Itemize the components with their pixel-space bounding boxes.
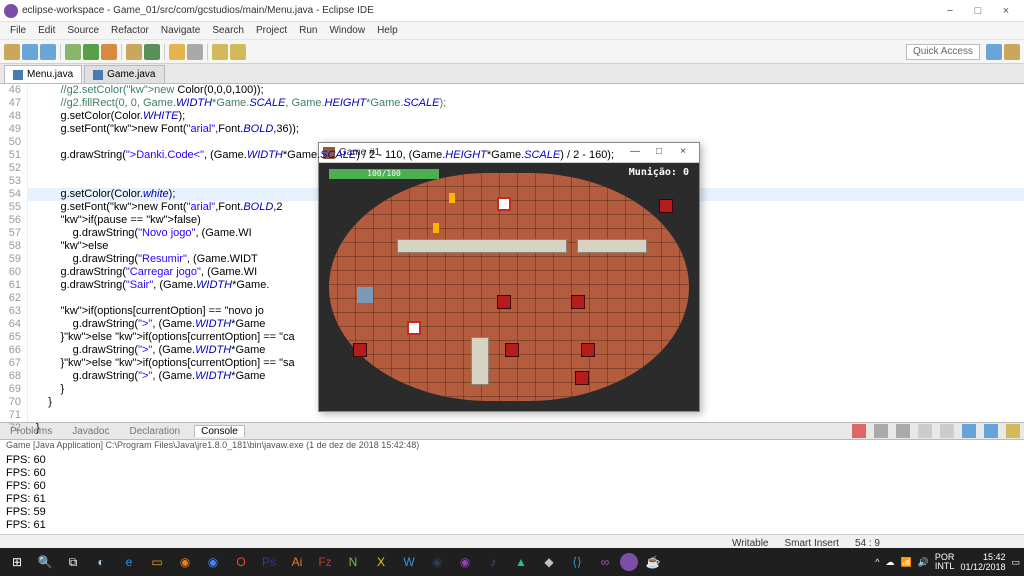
windows-taskbar[interactable]: ⊞ 🔍 ⧉ ◐ e ▭ ◉ ◉ O Ps Ai Fz N X W ◉ ◉ ♪ ▲… (0, 548, 1024, 576)
filezilla-icon[interactable]: Fz (312, 550, 338, 574)
menu-file[interactable]: File (4, 25, 32, 36)
tray-chevron-icon[interactable]: ^ (875, 557, 879, 567)
tab-label: Menu.java (27, 69, 73, 80)
menu-window[interactable]: Window (323, 25, 371, 36)
new-package-icon[interactable] (126, 44, 142, 60)
github-icon[interactable]: ◉ (452, 550, 478, 574)
tray-notifications-icon[interactable]: ▭ (1011, 557, 1020, 568)
perspective-debug-icon[interactable] (1004, 44, 1020, 60)
start-button[interactable]: ⊞ (4, 550, 30, 574)
window-titlebar: eclipse-workspace - Game_01/src/com/gcst… (0, 0, 1024, 22)
menu-edit[interactable]: Edit (32, 25, 61, 36)
window-title: eclipse-workspace - Game_01/src/com/gcst… (22, 5, 936, 16)
system-tray[interactable]: ^ ☁ 📶 🔊 PORINTL 15:42 01/12/2018 ▭ (875, 552, 1020, 572)
edge-icon[interactable]: e (116, 550, 142, 574)
search-icon[interactable]: 🔍 (32, 550, 58, 574)
debug-icon[interactable] (65, 44, 81, 60)
menu-refactor[interactable]: Refactor (105, 25, 155, 36)
tray-cloud-icon[interactable]: ☁ (885, 557, 894, 568)
tray-time: 15:42 (960, 552, 1005, 562)
menu-search[interactable]: Search (206, 25, 250, 36)
audio-icon[interactable]: ♪ (480, 550, 506, 574)
tray-date: 01/12/2018 (960, 562, 1005, 572)
back-icon[interactable] (212, 44, 228, 60)
tab-game-java[interactable]: Game.java (84, 65, 164, 83)
new-icon[interactable] (4, 44, 20, 60)
eclipse-taskbar-icon[interactable] (620, 553, 638, 571)
perspective-java-icon[interactable] (986, 44, 1002, 60)
forward-icon[interactable] (230, 44, 246, 60)
tab-menu-java[interactable]: Menu.java (4, 65, 82, 83)
save-all-icon[interactable] (40, 44, 56, 60)
unity-icon[interactable]: ◆ (536, 550, 562, 574)
window-maximize-button[interactable]: □ (964, 2, 992, 20)
chrome-icon[interactable]: ◉ (200, 550, 226, 574)
save-icon[interactable] (22, 44, 38, 60)
java-taskbar-icon[interactable]: ☕ (640, 550, 666, 574)
menubar: File Edit Source Refactor Navigate Searc… (0, 22, 1024, 40)
console-output[interactable]: FPS: 60FPS: 60FPS: 60FPS: 61FPS: 59FPS: … (0, 454, 1024, 534)
xampp-icon[interactable]: X (368, 550, 394, 574)
menu-project[interactable]: Project (250, 25, 293, 36)
line-gutter: 4647484950515253545556575859606162636465… (0, 84, 28, 422)
toolbar: Quick Access (0, 40, 1024, 64)
word-icon[interactable]: W (396, 550, 422, 574)
eclipse-icon (4, 4, 18, 18)
menu-run[interactable]: Run (293, 25, 323, 36)
tray-clock[interactable]: 15:42 01/12/2018 (960, 552, 1005, 572)
steam-icon[interactable]: ◐ (88, 550, 114, 574)
vscode-icon[interactable]: ⟨⟩ (564, 550, 590, 574)
photoshop-icon[interactable]: Ps (256, 550, 282, 574)
obs-icon[interactable]: ◉ (424, 550, 450, 574)
code-editor[interactable]: 4647484950515253545556575859606162636465… (0, 84, 1024, 422)
notepad-icon[interactable]: N (340, 550, 366, 574)
window-minimize-button[interactable]: − (936, 2, 964, 20)
tab-label: Game.java (107, 69, 155, 80)
task-view-icon[interactable]: ⧉ (60, 550, 86, 574)
menu-help[interactable]: Help (371, 25, 404, 36)
console-header: Game [Java Application] C:\Program Files… (0, 440, 1024, 454)
quick-access-input[interactable]: Quick Access (906, 44, 980, 60)
menu-navigate[interactable]: Navigate (155, 25, 206, 36)
visualstudio-icon[interactable]: ∞ (592, 550, 618, 574)
explorer-icon[interactable]: ▭ (144, 550, 170, 574)
editor-tabbar: Menu.java Game.java (0, 64, 1024, 84)
window-close-button[interactable]: × (992, 2, 1020, 20)
java-file-icon (93, 70, 103, 80)
menu-source[interactable]: Source (61, 25, 105, 36)
search-icon[interactable] (187, 44, 203, 60)
tray-wifi-icon[interactable]: 📶 (900, 557, 911, 568)
new-class-icon[interactable] (144, 44, 160, 60)
tray-volume-icon[interactable]: 🔊 (918, 557, 929, 568)
java-file-icon (13, 70, 23, 80)
open-type-icon[interactable] (169, 44, 185, 60)
coverage-icon[interactable] (101, 44, 117, 60)
tray-lang[interactable]: PORINTL (935, 553, 955, 571)
opera-icon[interactable]: O (228, 550, 254, 574)
illustrator-icon[interactable]: Ai (284, 550, 310, 574)
code-area[interactable]: //g2.setColor("kw">new Color(0,0,0,100))… (28, 84, 1024, 422)
run-icon[interactable] (83, 44, 99, 60)
firefox-icon[interactable]: ◉ (172, 550, 198, 574)
android-icon[interactable]: ▲ (508, 550, 534, 574)
